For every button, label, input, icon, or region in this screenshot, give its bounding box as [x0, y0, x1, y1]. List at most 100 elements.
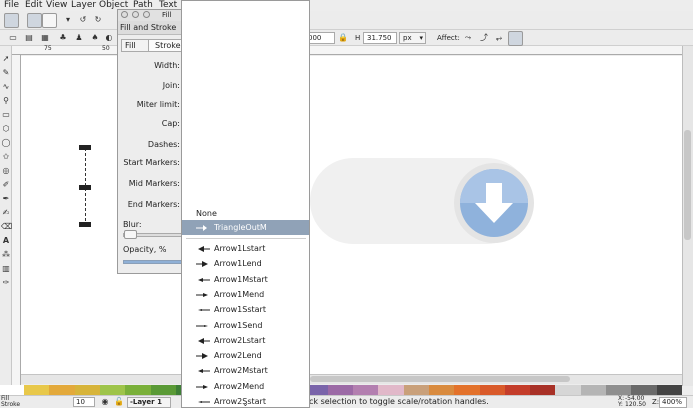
vertical-scroll-thumb[interactable] [684, 130, 691, 240]
palette-swatch[interactable] [378, 385, 405, 395]
palette-swatch[interactable] [327, 385, 354, 395]
menu-view[interactable]: View [46, 0, 67, 11]
horizontal-scroll-thumb[interactable] [310, 376, 570, 382]
palette-swatch[interactable] [150, 385, 177, 395]
rotate-ccw-icon[interactable]: ↺ [78, 15, 88, 25]
arrow-marker-icon [198, 277, 210, 282]
lock-icon[interactable]: 🔒 [338, 33, 348, 43]
scale-handle-middle[interactable] [79, 185, 91, 190]
palette-swatch[interactable] [428, 385, 455, 395]
gradient-tool-icon[interactable]: ▥ [1, 264, 11, 274]
menu-file[interactable]: File [4, 0, 19, 11]
zoom-tool-icon[interactable]: ⚲ [1, 96, 11, 106]
select-tool-icon[interactable]: ➚ [1, 54, 11, 64]
opacity-slider[interactable] [123, 260, 185, 264]
marker-item[interactable]: Arrow2Mend [182, 379, 309, 394]
ellipse-tool-icon[interactable]: ◯ [1, 138, 11, 148]
pencil-tool-icon[interactable]: ✐ [1, 180, 11, 190]
marker-item[interactable]: Arrow1Mstart [182, 272, 309, 287]
marker-item[interactable]: Arrow2Mstart [182, 363, 309, 378]
scale-stroke-icon[interactable]: ⤳ [463, 33, 473, 43]
arrow-marker-icon [198, 369, 210, 374]
close-button[interactable] [143, 11, 150, 18]
deselect-icon[interactable]: ▾ [63, 15, 73, 25]
layer-select[interactable]: -Layer 1 [127, 397, 171, 408]
marker-none-item[interactable]: None [182, 206, 309, 221]
print-icon[interactable]: ♣ [58, 33, 68, 43]
dropper-tool-icon[interactable]: ✑ [1, 278, 11, 288]
transform-gradients-icon[interactable]: ⥅ [494, 33, 504, 43]
selector-mode-button[interactable] [4, 13, 19, 28]
dashes-label: Dashes: [147, 140, 180, 149]
marker-item[interactable]: Arrow1Lstart [182, 241, 309, 256]
palette-swatch[interactable] [24, 385, 50, 395]
marker-item-selected[interactable]: TriangleOutM [182, 220, 309, 235]
y-coordinate: 120.50 [625, 401, 646, 408]
palette-swatch[interactable] [125, 385, 152, 395]
palette-swatch[interactable] [74, 385, 101, 395]
marker-item-label: Arrow1Sstart [214, 305, 266, 315]
arrow-marker-icon [196, 292, 208, 297]
text-tool-icon[interactable]: A [1, 236, 11, 246]
lock-layer-icon[interactable]: 🔓 [114, 397, 124, 407]
rotate-cw-icon[interactable]: ↻ [93, 15, 103, 25]
transform-patterns-button[interactable] [508, 31, 523, 46]
import-icon[interactable]: ♟ [74, 33, 84, 43]
palette-swatch[interactable] [479, 385, 506, 395]
scale-handle-bottom[interactable] [79, 222, 91, 227]
marker-item[interactable]: Arrow1Mend [182, 287, 309, 302]
star-tool-icon[interactable]: ✩ [1, 152, 11, 162]
palette-swatch[interactable] [403, 385, 430, 395]
eye-icon[interactable]: ◉ [100, 397, 110, 407]
palette-swatch[interactable] [631, 385, 658, 395]
scale-handle-top[interactable] [79, 145, 91, 150]
height-field[interactable]: 31.750 [363, 32, 397, 44]
palette-swatch[interactable] [530, 385, 556, 395]
save-icon[interactable]: ▦ [40, 33, 50, 43]
zoom-field[interactable]: 400% [659, 397, 687, 408]
export-icon[interactable]: ♠ [90, 33, 100, 43]
palette-swatch[interactable] [353, 385, 379, 395]
scale-corners-icon[interactable]: ⤴ [479, 33, 489, 43]
palette-swatch[interactable] [656, 385, 683, 395]
palette-swatch[interactable] [99, 385, 126, 395]
undo-icon[interactable]: ◐ [104, 33, 114, 43]
marker-item[interactable]: Arrow1Sstart [182, 302, 309, 317]
palette-swatch[interactable] [606, 385, 632, 395]
rect-tool-icon[interactable]: ▭ [1, 110, 11, 120]
scroll-down-arrow-icon[interactable]: ⌄ [242, 399, 249, 407]
open-icon[interactable]: ▤ [24, 33, 34, 43]
3dbox-tool-icon[interactable]: ⬡ [1, 124, 11, 134]
palette-swatch[interactable] [580, 385, 607, 395]
blur-slider-handle[interactable] [124, 230, 137, 239]
new-document-icon[interactable]: ▭ [8, 33, 18, 43]
spiral-tool-icon[interactable]: ◎ [1, 166, 11, 176]
marker-item[interactable]: Arrow1Lend [182, 256, 309, 271]
menu-edit[interactable]: Edit [25, 0, 42, 11]
palette-none-swatch[interactable] [0, 385, 24, 395]
opacity-spin[interactable]: 10 [73, 397, 95, 407]
stroke-indicator-label: Stroke [1, 401, 21, 408]
minimize-button[interactable] [132, 11, 139, 18]
palette-swatch[interactable] [454, 385, 481, 395]
spray-tool-icon[interactable]: ⁂ [1, 250, 11, 260]
download-icon[interactable] [452, 161, 536, 245]
calligraphy-tool-icon[interactable]: ✍ [1, 208, 11, 218]
fill-stroke-dialog: Fill Fill and Stroke Fill Stroke Width: … [117, 9, 188, 274]
menu-layer[interactable]: Layer [71, 0, 96, 11]
tab-fill[interactable]: Fill [121, 39, 149, 52]
marker-item[interactable]: Arrow2Lstart [182, 333, 309, 348]
dock-button[interactable] [121, 11, 128, 18]
palette-swatch[interactable] [49, 385, 76, 395]
palette-swatch[interactable] [504, 385, 531, 395]
select-all-button[interactable] [27, 13, 42, 28]
select-all-layers-button[interactable] [42, 13, 57, 28]
marker-item[interactable]: Arrow1Send [182, 318, 309, 333]
node-tool-icon[interactable]: ✎ [1, 68, 11, 78]
palette-swatch[interactable] [555, 385, 582, 395]
pen-tool-icon[interactable]: ✒ [1, 194, 11, 204]
unit-select[interactable]: px ▾ [399, 32, 426, 44]
tweak-tool-icon[interactable]: ∿ [1, 82, 11, 92]
marker-item[interactable]: Arrow2Lend [182, 348, 309, 363]
eraser-tool-icon[interactable]: ⌫ [1, 222, 12, 232]
